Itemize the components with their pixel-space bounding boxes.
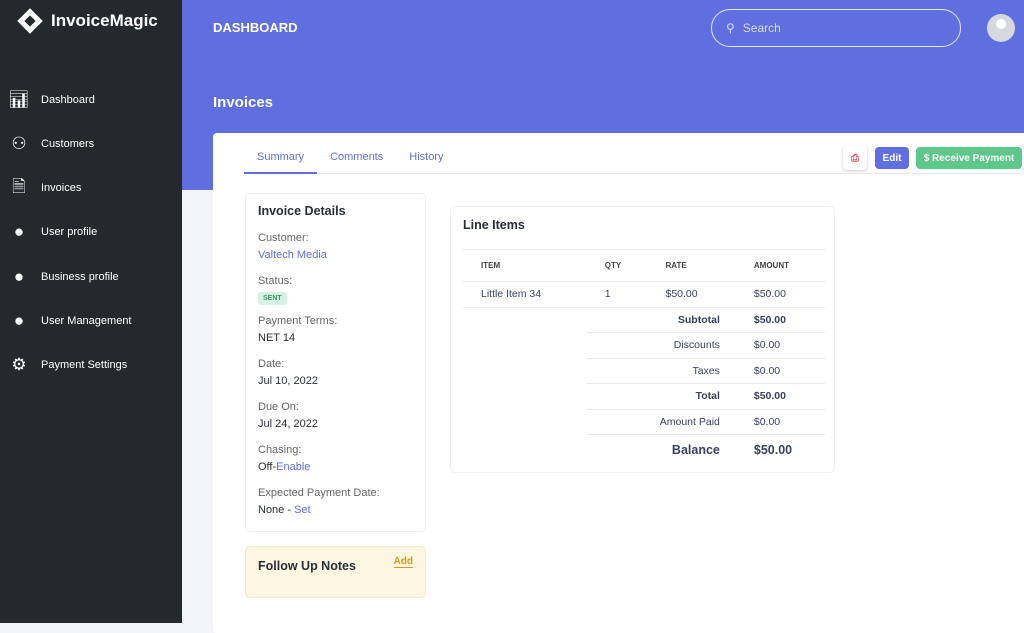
amount-paid-row: Amount Paid $0.00	[463, 409, 825, 435]
col-qty: QTY	[586, 249, 648, 282]
add-note-button[interactable]: Add	[393, 556, 413, 568]
user-circle-icon: ●	[13, 267, 25, 286]
line-items: Line Items ITEM QTY RATE AMOUNT Little Item…	[450, 206, 835, 473]
rate-cell: $50.00	[647, 281, 736, 308]
due-label: Due On:	[258, 401, 299, 413]
diamond-logo-icon	[17, 8, 43, 34]
chasing-value: Off	[258, 461, 273, 473]
sidebar-item-user-profile[interactable]: ● User profile	[0, 217, 182, 247]
sidebar-item-label: Payment Settings	[41, 359, 128, 371]
enable-chasing-link[interactable]: Enable	[276, 461, 310, 473]
total-value: $0.00	[735, 358, 825, 384]
date-label: Date:	[258, 358, 285, 370]
taxes-row: Taxes $0.00	[463, 358, 825, 384]
tab-summary[interactable]: Summary	[244, 147, 318, 174]
pdf-button[interactable]: ⎙	[843, 146, 867, 170]
user-circle-icon: ●	[13, 311, 25, 330]
invoice-card: Summary Comments History ⎙ Edit $ Receiv…	[213, 133, 1024, 633]
amount-cell: $50.00	[735, 281, 825, 308]
total-label: Discounts	[586, 332, 736, 359]
invoice-details: Invoice Details Customer: Valtech Media …	[245, 193, 426, 532]
total-value: $50.00	[735, 307, 825, 333]
invoice-icon: 🗎	[12, 176, 26, 196]
gear-icon: ⚙	[11, 355, 27, 374]
sidebar-item-invoices[interactable]: 🗎 Invoices	[0, 173, 182, 203]
chasing-label: Chasing:	[258, 444, 302, 456]
total-row: Total $50.00	[463, 383, 825, 410]
logo[interactable]: InvoiceMagic	[17, 8, 158, 34]
sidebar-item-label: Dashboard	[41, 94, 95, 106]
set-expected-link[interactable]: Set	[294, 504, 311, 516]
search-icon: ⚲	[726, 21, 735, 35]
date-value: Jul 10, 2022	[258, 375, 318, 387]
search-placeholder: Search	[742, 21, 781, 35]
edit-button[interactable]: Edit	[875, 147, 909, 169]
total-value: $0.00	[735, 409, 825, 435]
discounts-row: Discounts $0.00	[463, 332, 825, 359]
total-label: Amount Paid	[586, 409, 736, 435]
balance-row: Balance $50.00	[463, 435, 825, 465]
expected-value: None -	[258, 504, 295, 516]
sidebar-item-label: User Management	[41, 315, 132, 327]
sidebar-item-customers[interactable]: ⚇ Customers	[0, 129, 182, 159]
col-item: ITEM	[463, 249, 587, 282]
line-items-table: ITEM QTY RATE AMOUNT Little Item 34 1 $50.00 $…	[463, 249, 825, 465]
balance-value: $50.00	[753, 442, 793, 457]
line-items-title: Line Items	[463, 218, 525, 232]
status-badge: SENT	[258, 292, 287, 305]
status-label: Status:	[258, 275, 293, 287]
terms-value: NET 14	[258, 332, 296, 344]
col-amount: AMOUNT	[735, 249, 825, 282]
sidebar: InvoiceMagic 📊︎ Dashboard ⚇ Customers 🗎 Inv…	[0, 0, 182, 623]
sidebar-item-dashboard[interactable]: 📊︎ Dashboard	[0, 85, 182, 115]
sidebar-item-label: Invoices	[41, 182, 82, 194]
users-icon: ⚇	[11, 134, 27, 153]
sidebar-item-business-profile[interactable]: ● Business profile	[0, 262, 182, 292]
user-circle-icon: ●	[13, 222, 25, 241]
sidebar-item-label: Customers	[41, 138, 95, 150]
sidebar-item-label: Business profile	[41, 271, 119, 283]
notes-title: Follow Up Notes	[258, 559, 356, 573]
pdf-icon: ⎙	[851, 152, 859, 164]
details-title: Invoice Details	[258, 204, 346, 218]
qty-cell: 1	[586, 281, 648, 308]
expected-label: Expected Payment Date:	[258, 487, 380, 499]
customer-label: Customer:	[258, 232, 309, 244]
tab-history[interactable]: History	[396, 147, 456, 174]
search-input[interactable]: ⚲ Search	[711, 9, 961, 47]
header-title: DASHBOARD	[213, 20, 298, 35]
follow-up-notes: Follow Up Notes Add	[245, 546, 426, 598]
sidebar-item-payment-settings[interactable]: ⚙ Payment Settings	[0, 350, 182, 380]
balance-label: Balance	[671, 442, 720, 457]
item-cell: Little Item 34	[463, 281, 587, 308]
table-row: Little Item 34 1 $50.00 $50.00	[463, 281, 825, 308]
total-value: $50.00	[735, 383, 825, 410]
terms-label: Payment Terms:	[258, 315, 338, 327]
app-name: InvoiceMagic	[51, 11, 158, 30]
total-label: Taxes	[586, 358, 736, 384]
receive-payment-button[interactable]: $ Receive Payment	[916, 147, 1022, 169]
total-label: Total	[586, 383, 736, 410]
total-value: $0.00	[735, 332, 825, 359]
page-title: Invoices	[213, 94, 274, 111]
tab-comments[interactable]: Comments	[317, 147, 396, 174]
sidebar-item-label: User profile	[41, 226, 98, 238]
total-label: Subtotal	[586, 307, 736, 333]
subtotal-row: Subtotal $50.00	[463, 307, 825, 333]
customer-link[interactable]: Valtech Media	[258, 249, 413, 261]
col-rate: RATE	[647, 249, 736, 282]
bar-chart-icon: 📊︎	[8, 90, 30, 109]
avatar[interactable]	[987, 14, 1015, 42]
sidebar-item-user-management[interactable]: ● User Management	[0, 306, 182, 336]
due-value: Jul 24, 2022	[258, 418, 318, 430]
